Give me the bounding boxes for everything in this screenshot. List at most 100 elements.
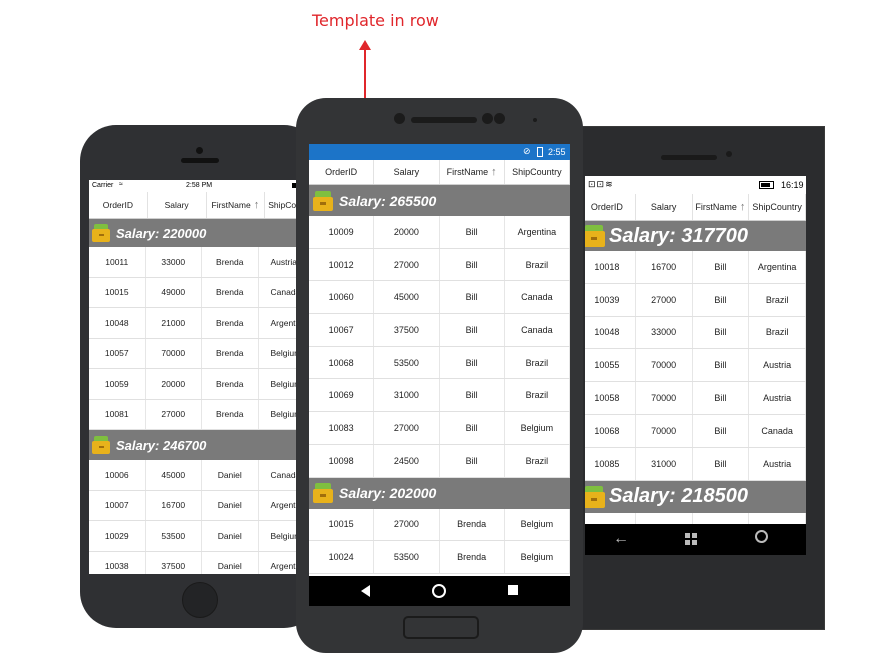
cell-orderid: 10060	[309, 281, 375, 314]
table-row[interactable]: 10060 45000 Bill Canada	[309, 281, 570, 315]
back-icon[interactable]	[361, 585, 370, 597]
android-screen: ⊘ 2:55 OrderID Salary FirstName ↑ ShipCou…	[309, 144, 570, 606]
wallet-icon	[585, 225, 605, 247]
column-header-firstname[interactable]: FirstName ↑	[207, 192, 266, 218]
group-rows: 10009 20000 Bill Argentina 10012 27000 Bill Bra…	[309, 216, 570, 478]
wallet-icon	[313, 190, 333, 211]
table-row[interactable]: 10055 70000 Bill Austria	[585, 349, 806, 383]
cell-salary: 53500	[374, 346, 440, 379]
table-row[interactable]: 10018 16700 Bill Argentina	[585, 251, 806, 284]
cell-orderid: 10018	[585, 251, 636, 283]
group-title: Salary: 220000	[116, 225, 207, 241]
table-row[interactable]: 10015 49000 Brenda Canada	[89, 277, 309, 308]
wallet-icon	[92, 436, 110, 454]
table-row[interactable]: 10068 70000 Bill Canada	[585, 414, 806, 448]
table-row[interactable]: 10059 20000 Brenda Belgium	[89, 369, 309, 400]
column-header-orderid[interactable]: OrderID	[89, 192, 148, 218]
group-header[interactable]: Salary: 220000	[89, 219, 309, 247]
cell-salary: 16700	[146, 490, 202, 520]
windows-start-icon[interactable]	[685, 533, 697, 545]
no-signal-icon: ⊘	[523, 146, 531, 156]
cell-firstname: Bill	[440, 281, 505, 314]
cell-orderid: 10058	[585, 382, 636, 414]
column-header-salary[interactable]: Salary	[148, 192, 207, 218]
cell-shipcountry: Brazil	[505, 346, 570, 379]
table-row[interactable]: 10048 21000 Brenda Argentina	[89, 308, 309, 339]
table-row[interactable]: 10085 31000 Bill Austria	[585, 447, 806, 481]
table-row[interactable]: 10057 70000 Brenda Belgium	[89, 338, 309, 369]
group-header[interactable]: Salary: 265500	[309, 185, 570, 216]
table-row[interactable]: 10039 27000 Bill Brazil	[585, 283, 806, 317]
back-icon[interactable]: ←	[613, 530, 629, 548]
group-header[interactable]: Salary: 218500	[585, 480, 806, 513]
cell-firstname: Bill	[693, 251, 750, 283]
grid-container: OrderID Salary FirstName↑ ShipCountry Sa…	[89, 192, 309, 574]
table-row[interactable]: 10011 33000 Brenda Austria	[89, 247, 309, 278]
table-row[interactable]: 10007 16700 Daniel Argentina	[89, 490, 309, 521]
group-header[interactable]: Salary: 246700	[89, 430, 309, 460]
cell-firstname: Bill	[440, 379, 505, 412]
cell-orderid: 10055	[585, 349, 636, 382]
table-row[interactable]: 10068 53500 Bill Brazil	[309, 346, 570, 380]
cell-orderid: 10085	[585, 447, 636, 480]
column-header-shipcountry[interactable]: ShipCountry	[505, 160, 570, 184]
iphone-screen: Carrier ≈ 2:58 PM OrderID Salary FirstNa…	[89, 180, 309, 574]
column-header-orderid[interactable]: OrderID	[585, 194, 636, 220]
grid-header: OrderID Salary FirstName↑ ShipCountry	[585, 194, 806, 221]
home-icon[interactable]	[432, 584, 446, 598]
cell-shipcountry: Brazil	[505, 248, 570, 281]
home-button[interactable]	[182, 582, 218, 618]
android-nav-bar	[309, 576, 570, 606]
table-row[interactable]: 10015 27000 Brenda Belgium	[309, 508, 570, 542]
grid-container: OrderID Salary FirstName↑ ShipCountry Sa…	[585, 194, 806, 555]
wifi-icon: ≈	[119, 181, 123, 188]
cell-salary: 27000	[374, 508, 440, 541]
table-row[interactable]: 10029 53500 Daniel Belgium	[89, 521, 309, 552]
cell-shipcountry: Argentina	[505, 216, 570, 248]
column-header-salary[interactable]: Salary	[374, 160, 440, 184]
cell-orderid: 10081	[89, 399, 146, 429]
table-row[interactable]: 10081 27000 Brenda Belgium	[89, 399, 309, 430]
battery-icon	[759, 181, 774, 189]
sort-ascending-icon: ↑	[253, 199, 260, 211]
table-row[interactable]: 10083 27000 Bill Belgium	[309, 412, 570, 445]
group-header[interactable]: Salary: 317700	[585, 221, 806, 251]
column-header-salary[interactable]: Salary	[636, 194, 693, 220]
front-camera	[394, 113, 405, 124]
table-row[interactable]: 10058 70000 Bill Austria	[585, 382, 806, 415]
cell-shipcountry: Argentina	[749, 251, 806, 283]
table-row[interactable]: 10006 45000 Daniel Canada	[89, 460, 309, 491]
cell-orderid: 10098	[309, 444, 375, 477]
table-row[interactable]: 10024 53500 Brenda Belgium	[309, 541, 570, 574]
cell-shipcountry: Brazil	[749, 283, 806, 316]
cell-orderid: 10015	[89, 277, 146, 307]
column-header-firstname[interactable]: FirstName ↑	[693, 194, 750, 220]
table-row[interactable]: 10048 33000 Bill Brazil	[585, 316, 806, 350]
table-row[interactable]: 10009 20000 Bill Argentina	[309, 216, 570, 249]
group-rows: 10011 33000 Brenda Austria 10015 49000 Brenda C…	[89, 247, 309, 430]
cell-shipcountry: Canada	[749, 414, 806, 447]
cell-salary: 27000	[146, 399, 202, 429]
table-row[interactable]: 10038 37500 Daniel Argentina	[89, 551, 309, 574]
cell-shipcountry: Brazil	[505, 444, 570, 477]
cell-firstname: Bill	[693, 283, 750, 316]
group-rows: 10006 45000 Daniel Canada 10007 16700 Daniel Ar…	[89, 460, 309, 574]
cell-orderid: 10024	[309, 541, 375, 573]
column-header-shipcountry[interactable]: ShipCountry	[749, 194, 806, 220]
table-row[interactable]: 10012 27000 Bill Brazil	[309, 248, 570, 282]
column-header-orderid[interactable]: OrderID	[309, 160, 375, 184]
cell-orderid: 10069	[309, 379, 375, 412]
column-header-firstname[interactable]: FirstName ↑	[440, 160, 505, 184]
table-row[interactable]: 10098 24500 Bill Brazil	[309, 444, 570, 478]
table-row[interactable]: 10069 31000 Bill Brazil	[309, 379, 570, 413]
cell-firstname: Brenda	[440, 508, 505, 541]
group-title: Salary: 317700	[609, 224, 749, 247]
recents-icon[interactable]	[508, 585, 518, 595]
cell-orderid: 10039	[585, 283, 636, 316]
table-row[interactable]: 10067 37500 Bill Canada	[309, 314, 570, 347]
search-icon[interactable]	[755, 530, 768, 543]
group-header[interactable]: Salary: 202000	[309, 477, 570, 509]
cell-salary: 70000	[636, 414, 693, 447]
cell-salary: 53500	[146, 521, 202, 551]
status-bar: ⊘ 2:55	[309, 144, 570, 160]
